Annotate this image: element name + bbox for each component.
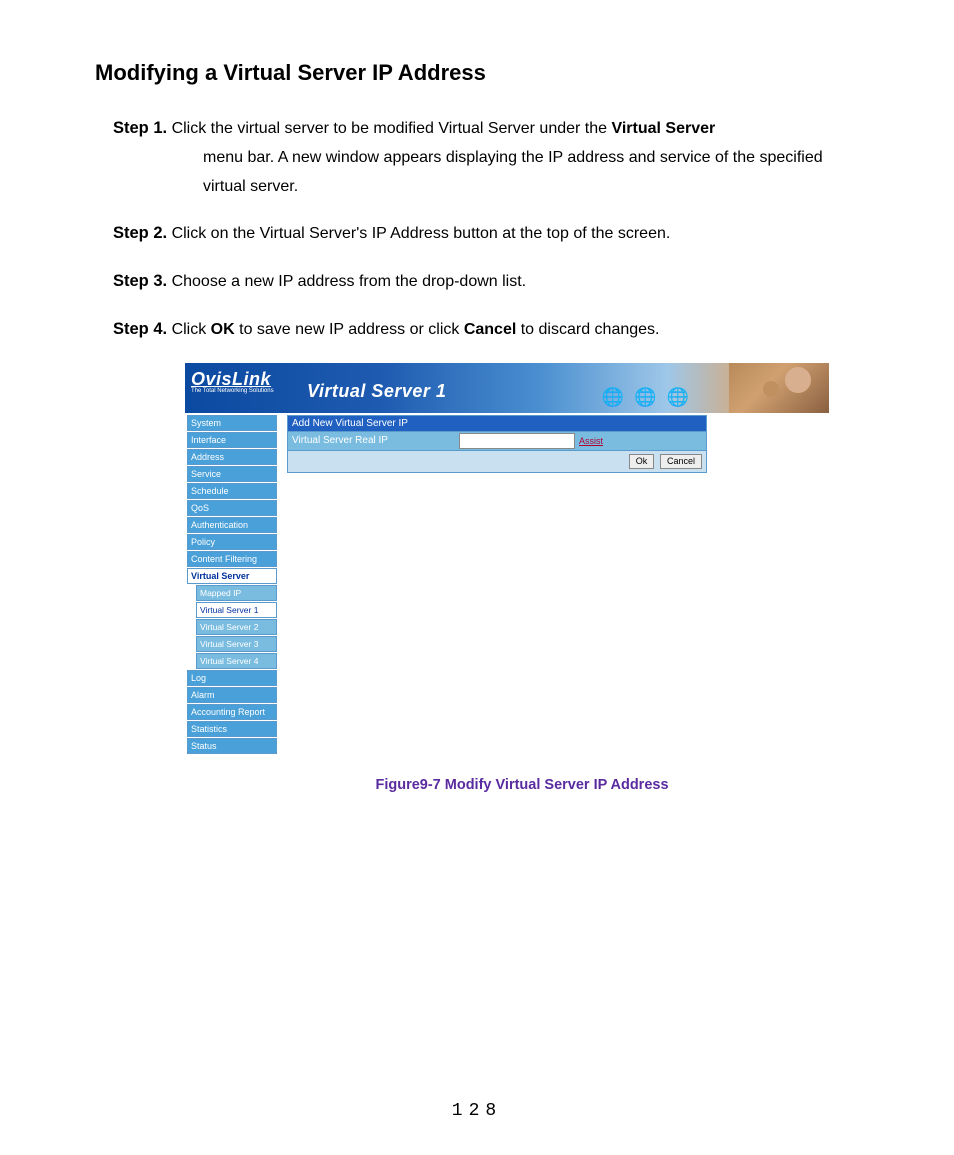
app-banner: OvisLink The Total Networking Solutions … <box>185 363 829 413</box>
assist-link[interactable]: Assist <box>579 436 603 446</box>
sidebar-item-status[interactable]: Status <box>187 738 277 754</box>
step-bold: Cancel <box>464 321 516 338</box>
sidebar-item-interface[interactable]: Interface <box>187 432 277 448</box>
step-text: to discard changes. <box>516 321 659 338</box>
step-label: Step 4. <box>113 320 167 338</box>
sidebar-subitem-mapped-ip[interactable]: Mapped IP <box>196 585 277 601</box>
sidebar-item-qos[interactable]: QoS <box>187 500 277 516</box>
step-1: Step 1. Click the virtual server to be m… <box>113 114 859 201</box>
page-title: Modifying a Virtual Server IP Address <box>95 60 859 86</box>
banner-title: Virtual Server 1 <box>307 381 446 402</box>
sidebar-item-virtual-server[interactable]: Virtual Server <box>187 568 277 584</box>
ip-input[interactable] <box>459 433 575 449</box>
step-label: Step 1. <box>113 119 167 137</box>
cancel-button[interactable]: Cancel <box>660 454 702 469</box>
sidebar-subitem-vs2[interactable]: Virtual Server 2 <box>196 619 277 635</box>
step-2: Step 2. Click on the Virtual Server's IP… <box>113 219 859 249</box>
step-label: Step 2. <box>113 224 167 242</box>
form-header: Add New Virtual Server IP <box>287 415 707 432</box>
step-text: Click the virtual server to be modified … <box>172 120 612 137</box>
step-text: to save new IP address or click <box>235 321 464 338</box>
step-text: Choose a new IP address from the drop-do… <box>172 273 527 290</box>
brand-tagline: The Total Networking Solutions <box>191 388 274 394</box>
form-row-real-ip: Virtual Server Real IP Assist <box>287 432 707 451</box>
sidebar-item-statistics[interactable]: Statistics <box>187 721 277 737</box>
ok-button[interactable]: Ok <box>629 454 655 469</box>
sidebar-item-address[interactable]: Address <box>187 449 277 465</box>
step-label: Step 3. <box>113 272 167 290</box>
sidebar-sublist: Mapped IP Virtual Server 1 Virtual Serve… <box>196 585 277 669</box>
form-label: Virtual Server Real IP <box>288 433 456 448</box>
sidebar-item-content-filtering[interactable]: Content Filtering <box>187 551 277 567</box>
sidebar-item-policy[interactable]: Policy <box>187 534 277 550</box>
virtual-server-form: Add New Virtual Server IP Virtual Server… <box>287 415 707 473</box>
step-bold: Virtual Server <box>611 120 715 137</box>
sidebar-item-system[interactable]: System <box>187 415 277 431</box>
brand-name: OvisLink <box>191 369 271 389</box>
sidebar-subitem-vs4[interactable]: Virtual Server 4 <box>196 653 277 669</box>
step-bold: OK <box>211 321 235 338</box>
sidebar-subitem-vs3[interactable]: Virtual Server 3 <box>196 636 277 652</box>
step-text: Click <box>172 321 211 338</box>
step-4: Step 4. Click OK to save new IP address … <box>113 315 859 345</box>
sidebar-item-service[interactable]: Service <box>187 466 277 482</box>
banner-photo <box>729 363 829 413</box>
sidebar-item-log[interactable]: Log <box>187 670 277 686</box>
sidebar-item-alarm[interactable]: Alarm <box>187 687 277 703</box>
sidebar-nav: System Interface Address Service Schedul… <box>185 413 277 755</box>
page-number: 128 <box>0 1101 954 1121</box>
main-panel: Add New Virtual Server IP Virtual Server… <box>277 413 829 473</box>
brand-logo: OvisLink The Total Networking Solutions <box>191 369 274 394</box>
step-3: Step 3. Choose a new IP address from the… <box>113 267 859 297</box>
sidebar-item-accounting-report[interactable]: Accounting Report <box>187 704 277 720</box>
figure-caption: Figure9-7 Modify Virtual Server IP Addre… <box>185 777 859 793</box>
form-button-row: Ok Cancel <box>287 451 707 473</box>
sidebar-item-schedule[interactable]: Schedule <box>187 483 277 499</box>
sidebar-item-authentication[interactable]: Authentication <box>187 517 277 533</box>
globe-icon: 🌐🌐🌐 <box>602 387 699 408</box>
embedded-screenshot: OvisLink The Total Networking Solutions … <box>185 363 859 793</box>
step-text: Click on the Virtual Server's IP Address… <box>172 225 671 242</box>
steps-list: Step 1. Click the virtual server to be m… <box>113 114 859 345</box>
sidebar-subitem-vs1[interactable]: Virtual Server 1 <box>196 602 277 618</box>
step-text-cont: menu bar. A new window appears displayin… <box>203 144 859 202</box>
